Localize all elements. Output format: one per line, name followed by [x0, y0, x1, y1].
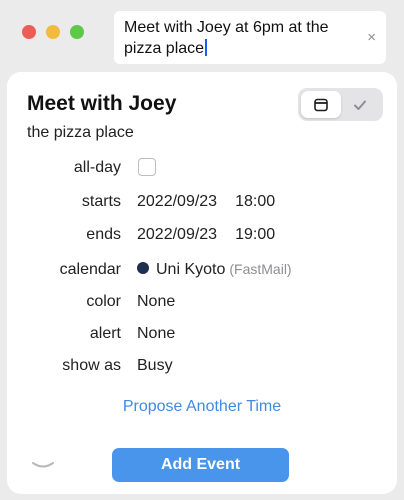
starts-date[interactable]: 2022/09/23 — [137, 193, 217, 210]
event-card: Meet with Joey the pizza place all-day s… — [7, 72, 397, 494]
calendar-row: calendar Uni Kyoto (FastMail) — [7, 258, 397, 282]
event-title[interactable]: Meet with Joey — [27, 92, 176, 116]
confirm-button[interactable] — [341, 91, 381, 118]
calendar-color-dot — [137, 262, 149, 274]
starts-row: starts 2022/09/23 18:00 — [7, 190, 397, 214]
calendar-select[interactable]: Uni Kyoto (FastMail) — [137, 261, 292, 279]
add-event-button[interactable]: Add Event — [112, 448, 289, 482]
all-day-label: all-day — [73, 159, 121, 176]
view-toggle — [298, 88, 383, 121]
ends-row: ends 2022/09/23 19:00 — [7, 223, 397, 247]
ends-label: ends — [86, 226, 121, 243]
all-day-row: all-day — [7, 156, 397, 180]
event-location[interactable]: the pizza place — [27, 124, 134, 142]
show-as-label: show as — [62, 357, 121, 374]
calendar-name: Uni Kyoto — [156, 261, 226, 278]
starts-time[interactable]: 18:00 — [235, 193, 275, 210]
color-select[interactable]: None — [137, 293, 175, 311]
alert-label: alert — [89, 325, 121, 342]
minimize-window-icon[interactable] — [46, 25, 60, 39]
ends-time[interactable]: 19:00 — [235, 226, 275, 243]
alert-row: alert None — [7, 322, 397, 346]
propose-another-time-link[interactable]: Propose Another Time — [7, 398, 397, 416]
ends-date[interactable]: 2022/09/23 — [137, 226, 217, 243]
clear-icon[interactable]: × — [367, 30, 376, 45]
window-controls — [22, 25, 84, 39]
calendar-icon — [313, 98, 328, 111]
calendar-label: calendar — [59, 261, 121, 278]
chevron-down-icon — [32, 462, 54, 468]
show-as-select[interactable]: Busy — [137, 357, 173, 375]
zoom-window-icon[interactable] — [70, 25, 84, 39]
collapse-button[interactable] — [31, 458, 55, 476]
quick-entry-line-1: Meet with Joey at 6pm at the — [124, 19, 329, 36]
quick-entry-input[interactable]: Meet with Joey at 6pm at the pizza place… — [114, 11, 386, 64]
text-cursor — [205, 39, 207, 56]
color-row: color None — [7, 290, 397, 314]
alert-select[interactable]: None — [137, 325, 175, 343]
calendar-view-button[interactable] — [301, 91, 341, 118]
checkmark-icon — [354, 100, 367, 110]
quick-entry-line-2: pizza place — [124, 40, 205, 57]
all-day-checkbox[interactable] — [138, 158, 156, 176]
color-label: color — [86, 293, 121, 310]
show-as-row: show as Busy — [7, 354, 397, 378]
close-window-icon[interactable] — [22, 25, 36, 39]
calendar-account: (FastMail) — [229, 261, 292, 277]
starts-label: starts — [81, 193, 121, 210]
